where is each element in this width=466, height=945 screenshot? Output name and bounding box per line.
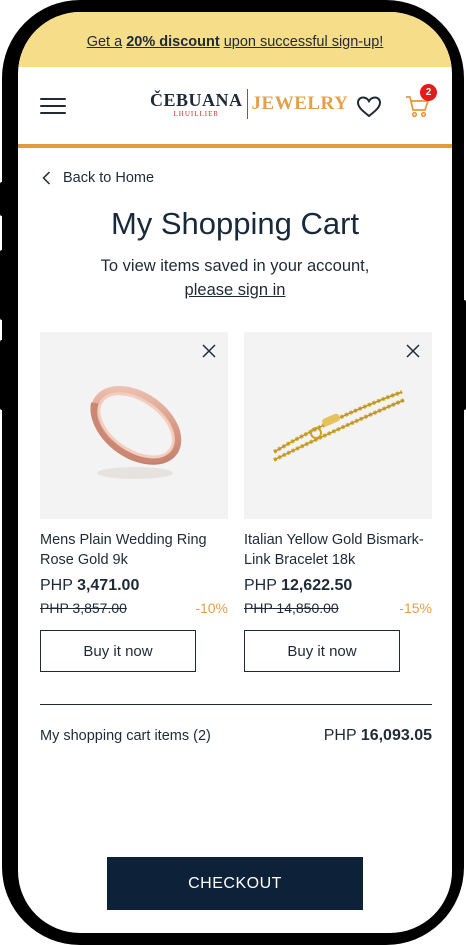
product-name[interactable]: Italian Yellow Gold Bismark-Link Bracele… (244, 530, 432, 570)
close-icon[interactable] (202, 344, 216, 358)
back-to-home-link[interactable]: Back to Home (42, 170, 154, 186)
volume-down-button (0, 340, 6, 410)
checkout-button[interactable]: CHECKOUT (107, 857, 363, 910)
original-price: PHP 3,857.00 (40, 600, 127, 616)
close-icon[interactable] (406, 344, 420, 358)
promo-highlight: 20% discount (126, 33, 220, 50)
cart-count-badge: 2 (420, 84, 437, 101)
cart-item: Mens Plain Wedding Ring Rose Gold 9k PHP… (40, 332, 228, 672)
original-price-row: PHP 14,850.00 -15% (244, 600, 432, 616)
page-subtitle: To view items saved in your account, (100, 257, 370, 275)
side-button (0, 182, 6, 216)
phone-frame: Get a 20% discount upon successful sign-… (0, 0, 466, 945)
buy-now-button[interactable]: Buy it now (40, 630, 196, 672)
original-price: PHP 14,850.00 (244, 600, 339, 616)
discount-label: -15% (399, 600, 432, 616)
logo-sub-text: LHUILLIER (173, 109, 220, 118)
cart-summary: My shopping cart items (2) PHP 16,093.05 (40, 727, 432, 745)
signin-line: please sign in (18, 281, 452, 300)
gold-bracelet-image (272, 390, 405, 462)
product-name[interactable]: Mens Plain Wedding Ring Rose Gold 9k (40, 530, 228, 570)
site-header: ČEBUANA LHUILLIER JEWELRY 2 (18, 67, 452, 148)
logo-divider (246, 89, 248, 119)
product-image[interactable] (40, 332, 228, 519)
volume-up-button (0, 250, 6, 320)
rose-gold-ring-image (90, 385, 182, 479)
promo-banner[interactable]: Get a 20% discount upon successful sign-… (18, 12, 452, 67)
summary-divider (40, 704, 432, 705)
promo-suffix: upon successful sign-up! (223, 33, 384, 50)
heart-icon[interactable] (356, 95, 382, 119)
product-price: PHP 3,471.00 (40, 577, 140, 594)
cart-item: Italian Yellow Gold Bismark-Link Bracele… (244, 332, 432, 672)
hamburger-menu-icon[interactable] (40, 98, 66, 116)
cart-items-label: My shopping cart items (2) (40, 728, 211, 744)
logo-main-text: ČEBUANA (150, 89, 243, 110)
brand-logo[interactable]: ČEBUANA LHUILLIER JEWELRY (150, 89, 348, 119)
original-price-row: PHP 3,857.00 -10% (40, 600, 228, 616)
page-title: My Shopping Cart (110, 206, 360, 241)
buy-now-button[interactable]: Buy it now (244, 630, 400, 672)
promo-prefix: Get a (86, 33, 123, 50)
product-price: PHP 12,622.50 (244, 577, 353, 594)
power-button (460, 300, 466, 410)
product-image[interactable] (244, 332, 432, 519)
chevron-left-icon (42, 171, 51, 185)
back-label: Back to Home (63, 170, 155, 186)
logo-jewelry-text: JEWELRY (251, 93, 349, 114)
discount-label: -10% (195, 600, 228, 616)
screen: Get a 20% discount upon successful sign-… (18, 12, 452, 933)
cart-total: PHP 16,093.05 (323, 727, 432, 744)
sign-in-link[interactable]: please sign in (185, 281, 286, 299)
